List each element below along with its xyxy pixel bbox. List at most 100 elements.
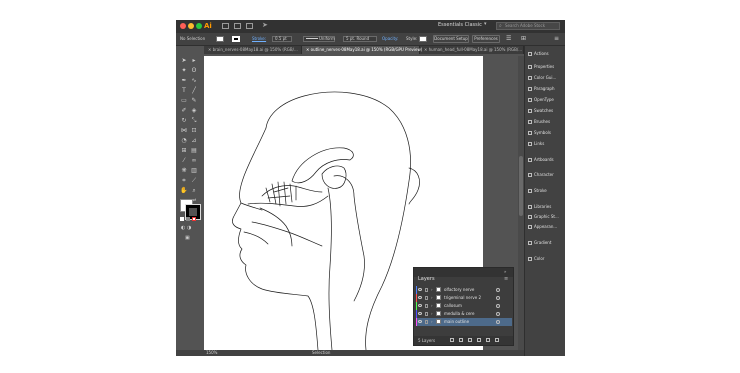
free-transform-tool-icon[interactable]: ⊡ [190, 127, 198, 135]
lock-icon[interactable] [425, 288, 428, 292]
new-layer-icon[interactable] [486, 338, 490, 342]
panel-opentype[interactable]: OpenType [528, 95, 554, 104]
panel-color[interactable]: Color [528, 254, 544, 263]
panel-color-guide[interactable]: Color Gui... [528, 73, 556, 82]
close-window-button[interactable] [180, 23, 186, 29]
target-circle-icon[interactable] [496, 288, 500, 292]
magic-wand-tool-icon[interactable]: ✦ [180, 67, 188, 75]
target-circle-icon[interactable] [496, 296, 500, 300]
export-icon[interactable] [450, 338, 454, 342]
stock-search-input[interactable]: ⌕ Search Adobe Stock [496, 22, 560, 30]
opacity-label[interactable]: Opacity: [382, 36, 398, 41]
panel-actions[interactable]: Actions [528, 49, 549, 58]
expand-chevron-icon[interactable]: › [431, 286, 433, 294]
target-circle-icon[interactable] [496, 320, 500, 324]
blend-tool-icon[interactable]: ∞ [190, 157, 198, 165]
document-setup-button[interactable]: Document Setup [433, 35, 469, 43]
type-tool-icon[interactable]: T [180, 87, 188, 95]
panel-links[interactable]: Links [528, 139, 544, 148]
workspace-chevron-icon[interactable]: ▾ [484, 21, 487, 27]
screen-mode-icon[interactable]: ▣ [185, 235, 190, 241]
zoom-level[interactable]: 150% [206, 350, 217, 356]
mesh-tool-icon[interactable]: ⊞ [180, 147, 188, 155]
layer-row-olfactory-nerve[interactable]: › olfactory nerve [416, 286, 512, 294]
panel-properties[interactable]: Properties [528, 62, 554, 71]
lock-icon[interactable] [425, 320, 428, 324]
new-sublayer-icon[interactable] [477, 338, 481, 342]
panel-graphic-styles[interactable]: Graphic St... [528, 212, 559, 221]
shape-builder-tool-icon[interactable]: ◔ [180, 137, 188, 145]
preferences-button[interactable]: Preferences [472, 35, 500, 43]
panel-paragraph[interactable]: Paragraph [528, 84, 555, 93]
rotate-tool-icon[interactable]: ↻ [180, 117, 188, 125]
layer-row-callosum[interactable]: › callosum [416, 302, 512, 310]
panel-artboards[interactable]: Artboards [528, 155, 554, 164]
tab-outline-nerves[interactable]: ✕ outline_nerves-08May18.ai @ 150% (RGB/… [302, 46, 422, 54]
visibility-eye-icon[interactable] [418, 304, 422, 307]
curvature-tool-icon[interactable]: ∿ [190, 77, 198, 85]
perspective-grid-tool-icon[interactable]: ⊿ [190, 137, 198, 145]
lock-icon[interactable] [425, 312, 428, 316]
line-tool-icon[interactable]: ╱ [190, 87, 198, 95]
none-mode-icon[interactable] [192, 217, 196, 221]
eraser-tool-icon[interactable]: ◈ [190, 107, 198, 115]
hand-tool-icon[interactable]: ✋ [180, 187, 188, 195]
slice-tool-icon[interactable]: ⟋ [190, 177, 198, 185]
expand-chevron-icon[interactable]: › [431, 294, 433, 302]
zoom-tool-icon[interactable]: ⌕ [190, 187, 198, 195]
align-icon[interactable]: ☰ [506, 35, 511, 42]
panel-gradient[interactable]: Gradient [528, 238, 551, 247]
visibility-eye-icon[interactable] [418, 320, 422, 323]
gradient-mode-icon[interactable] [186, 217, 190, 221]
shaper-tool-icon[interactable]: ✐ [180, 107, 188, 115]
lasso-tool-icon[interactable]: ʘ [190, 67, 198, 75]
lock-icon[interactable] [425, 304, 428, 308]
panel-appearance[interactable]: Appearan... [528, 222, 557, 231]
panel-character[interactable]: Character [528, 170, 554, 179]
current-tool[interactable]: Selection [312, 350, 330, 356]
bridge-icon[interactable] [222, 23, 229, 29]
transform-icon[interactable]: ⊞ [521, 35, 526, 42]
color-mode-icon[interactable] [180, 217, 184, 221]
arrange-documents-icon[interactable] [246, 23, 253, 29]
target-circle-icon[interactable] [496, 304, 500, 308]
layer-row-main-outline[interactable]: › main outline [416, 318, 512, 326]
locate-object-icon[interactable] [459, 338, 463, 342]
stroke-weight-field[interactable]: 0.5 pt [272, 36, 292, 42]
pen-tool-icon[interactable]: ✒ [180, 77, 188, 85]
tab-brain-nerves[interactable]: ✕ brain_nerves-08May18.ai @ 150% (RGB/..… [204, 46, 302, 54]
visibility-eye-icon[interactable] [418, 312, 422, 315]
panel-stroke[interactable]: Stroke [528, 186, 547, 195]
stroke-label[interactable]: Stroke: [252, 36, 266, 41]
panel-symbols[interactable]: Symbols [528, 128, 551, 137]
workspace-switcher[interactable]: Essentials Classic [438, 22, 482, 28]
stroke-swatch[interactable] [232, 36, 240, 42]
panel-brushes[interactable]: Brushes [528, 117, 550, 126]
panel-menu-icon[interactable]: ≡ [504, 276, 508, 282]
direct-selection-tool-icon[interactable]: ▸ [190, 57, 198, 65]
send-icon[interactable]: ➤ [262, 21, 268, 29]
target-circle-icon[interactable] [496, 312, 500, 316]
visibility-eye-icon[interactable] [418, 288, 422, 291]
selection-tool-icon[interactable]: ➤ [180, 57, 188, 65]
expand-chevron-icon[interactable]: › [431, 318, 433, 326]
brush-definition[interactable]: 5 pt. Round [343, 36, 377, 42]
drawing-modes-icon[interactable]: ◐ ◑ [181, 225, 191, 231]
layers-panel-title[interactable]: Layers [418, 276, 435, 282]
expand-chevron-icon[interactable]: › [431, 310, 433, 318]
rectangle-tool-icon[interactable]: ▭ [180, 97, 188, 105]
layer-row-trigeminal-nerve-2[interactable]: › trigeminal nerve 2 [416, 294, 512, 302]
swap-colors-icon[interactable]: ⇄ [193, 197, 196, 202]
paintbrush-tool-icon[interactable]: ✎ [190, 97, 198, 105]
lock-icon[interactable] [425, 296, 428, 300]
delete-layer-icon[interactable] [495, 338, 499, 342]
layer-row-medulla-cere[interactable]: › medulla & cere [416, 310, 512, 318]
column-graph-tool-icon[interactable]: ▥ [190, 167, 198, 175]
expand-chevron-icon[interactable]: › [431, 302, 433, 310]
graphic-style-picker[interactable] [419, 36, 427, 42]
minimize-window-button[interactable] [188, 23, 194, 29]
visibility-eye-icon[interactable] [418, 296, 422, 299]
zoom-window-button[interactable] [196, 23, 202, 29]
tab-human-head-full[interactable]: ✕ human_head_full-08May18.ai @ 150% (RGB… [420, 46, 524, 54]
symbol-sprayer-tool-icon[interactable]: ❋ [180, 167, 188, 175]
